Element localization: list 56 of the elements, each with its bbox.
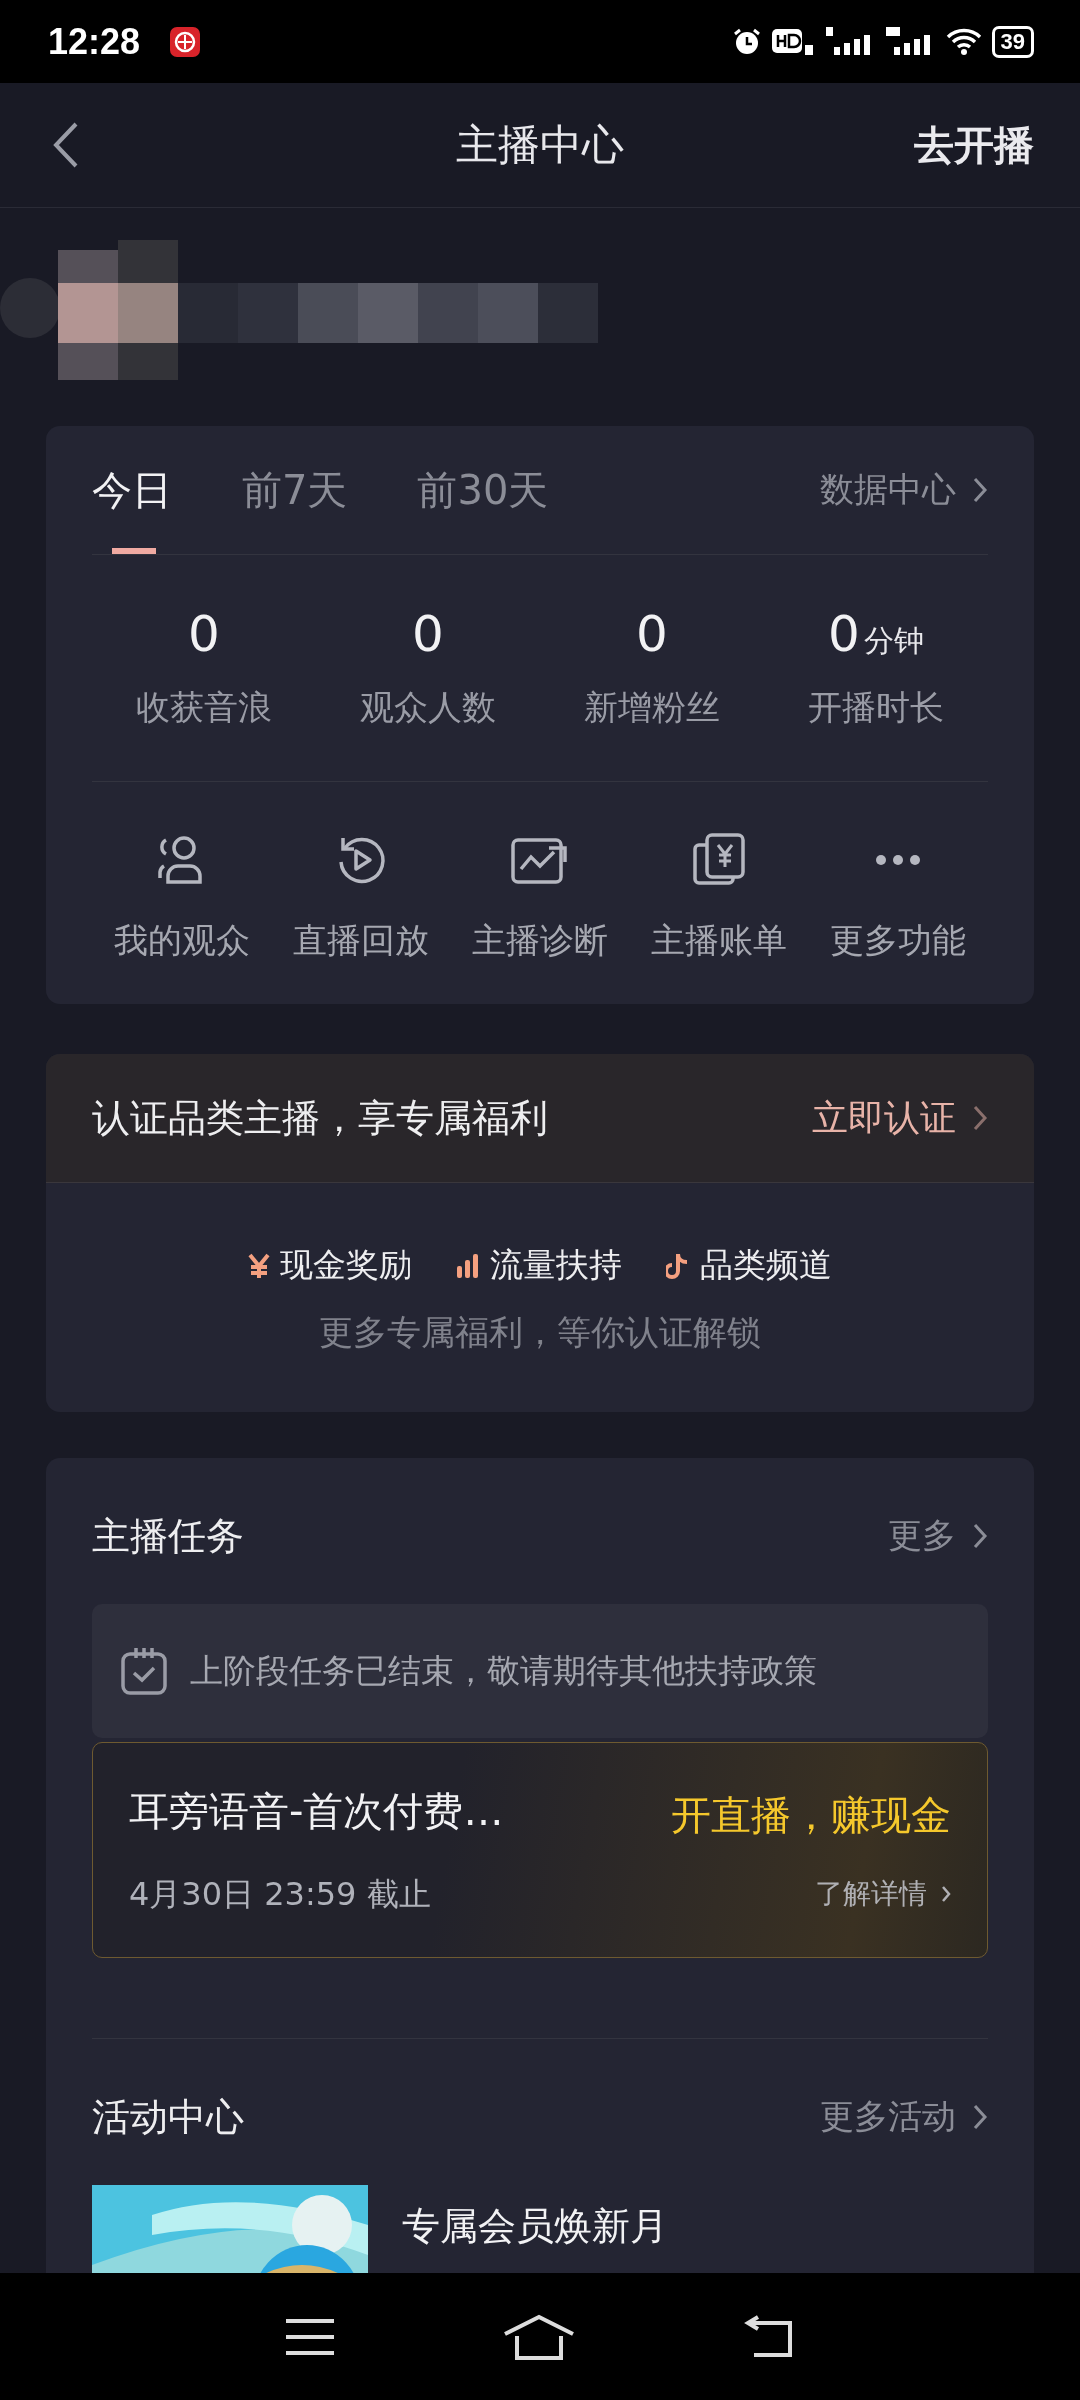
battery-indicator: 39 <box>991 25 1034 58</box>
task-card[interactable]: 耳旁语音-首次付费… 4月30日 23:59 截止 开直播，赚现金 了解详情 <box>92 1742 988 1958</box>
chevron-right-icon[interactable] <box>972 476 988 504</box>
app-notification-icon <box>170 26 201 57</box>
wifi-icon <box>945 26 982 57</box>
section-title: 活动中心 <box>92 2093 244 2141</box>
benefit-label: 流量扶持 <box>490 1244 622 1286</box>
unlock-note: 更多专属福利，等你认证解锁 <box>319 1311 761 1354</box>
clock-time: 12:28 <box>48 20 141 63</box>
details-link[interactable]: 了解详情 <box>815 1874 927 1913</box>
data-center-link[interactable]: 数据中心 <box>820 467 956 513</box>
more-link[interactable]: 更多 <box>888 1513 956 1559</box>
stat-value: 0 <box>188 605 220 663</box>
page-title: 主播中心 <box>456 119 624 171</box>
notice-text: 上阶段任务已结束，敬请期待其他扶持政策 <box>190 1649 817 1692</box>
more-activities-link[interactable]: 更多活动 <box>820 2094 956 2140</box>
calendar-check-icon <box>120 1646 168 1696</box>
chevron-right-icon[interactable] <box>941 1884 951 1903</box>
benefit-label: 现金奖励 <box>280 1244 412 1286</box>
task-name: 耳旁语音-首次付费… <box>129 1786 504 1836</box>
function-label[interactable]: 我的观众 <box>113 918 250 964</box>
yen-icon <box>248 1252 270 1279</box>
chevron-right-icon[interactable] <box>972 1104 988 1132</box>
period-tab[interactable]: 今日 <box>92 426 172 554</box>
hd-signal-icon <box>771 26 816 57</box>
stat-value: 0 <box>828 605 860 663</box>
stat-label: 新增粉丝 <box>584 686 720 729</box>
bill-icon[interactable] <box>693 832 746 888</box>
certification-title: 认证品类主播，享专属福利 <box>92 1094 548 1142</box>
stat-unit: 分钟 <box>863 622 924 660</box>
menu-icon[interactable] <box>283 2316 336 2357</box>
function-label[interactable]: 更多功能 <box>830 918 967 964</box>
stat-label: 观众人数 <box>360 686 496 729</box>
benefit-label: 品类频道 <box>700 1244 832 1286</box>
task-deadline: 4月30日 23:59 截止 <box>129 1873 432 1915</box>
function-label[interactable]: 主播诊断 <box>472 918 608 964</box>
stat-label: 收获音浪 <box>136 686 272 729</box>
function-label[interactable]: 主播账单 <box>651 918 788 964</box>
promo-text: 开直播，赚现金 <box>671 1790 951 1840</box>
period-tab[interactable]: 前7天 <box>242 426 348 554</box>
chevron-right-icon[interactable] <box>972 1522 988 1550</box>
certify-link[interactable]: 立即认证 <box>812 1093 956 1143</box>
stat-value: 0 <box>412 605 444 663</box>
bar-chart-icon <box>456 1253 480 1278</box>
home-icon[interactable] <box>503 2313 575 2360</box>
back-icon[interactable] <box>52 121 80 169</box>
music-note-icon <box>666 1251 690 1280</box>
stat-label: 开播时长 <box>808 686 944 729</box>
chevron-right-icon[interactable] <box>972 2103 988 2131</box>
go-live-button[interactable]: 去开播 <box>914 117 1034 173</box>
activity-title[interactable]: 专属会员焕新月 <box>402 2201 668 2252</box>
stat-value: 0 <box>636 605 668 663</box>
alarm-icon <box>731 26 762 57</box>
section-title: 主播任务 <box>92 1512 244 1560</box>
period-tab[interactable]: 前30天 <box>417 426 549 554</box>
function-label[interactable]: 直播回放 <box>292 918 429 964</box>
